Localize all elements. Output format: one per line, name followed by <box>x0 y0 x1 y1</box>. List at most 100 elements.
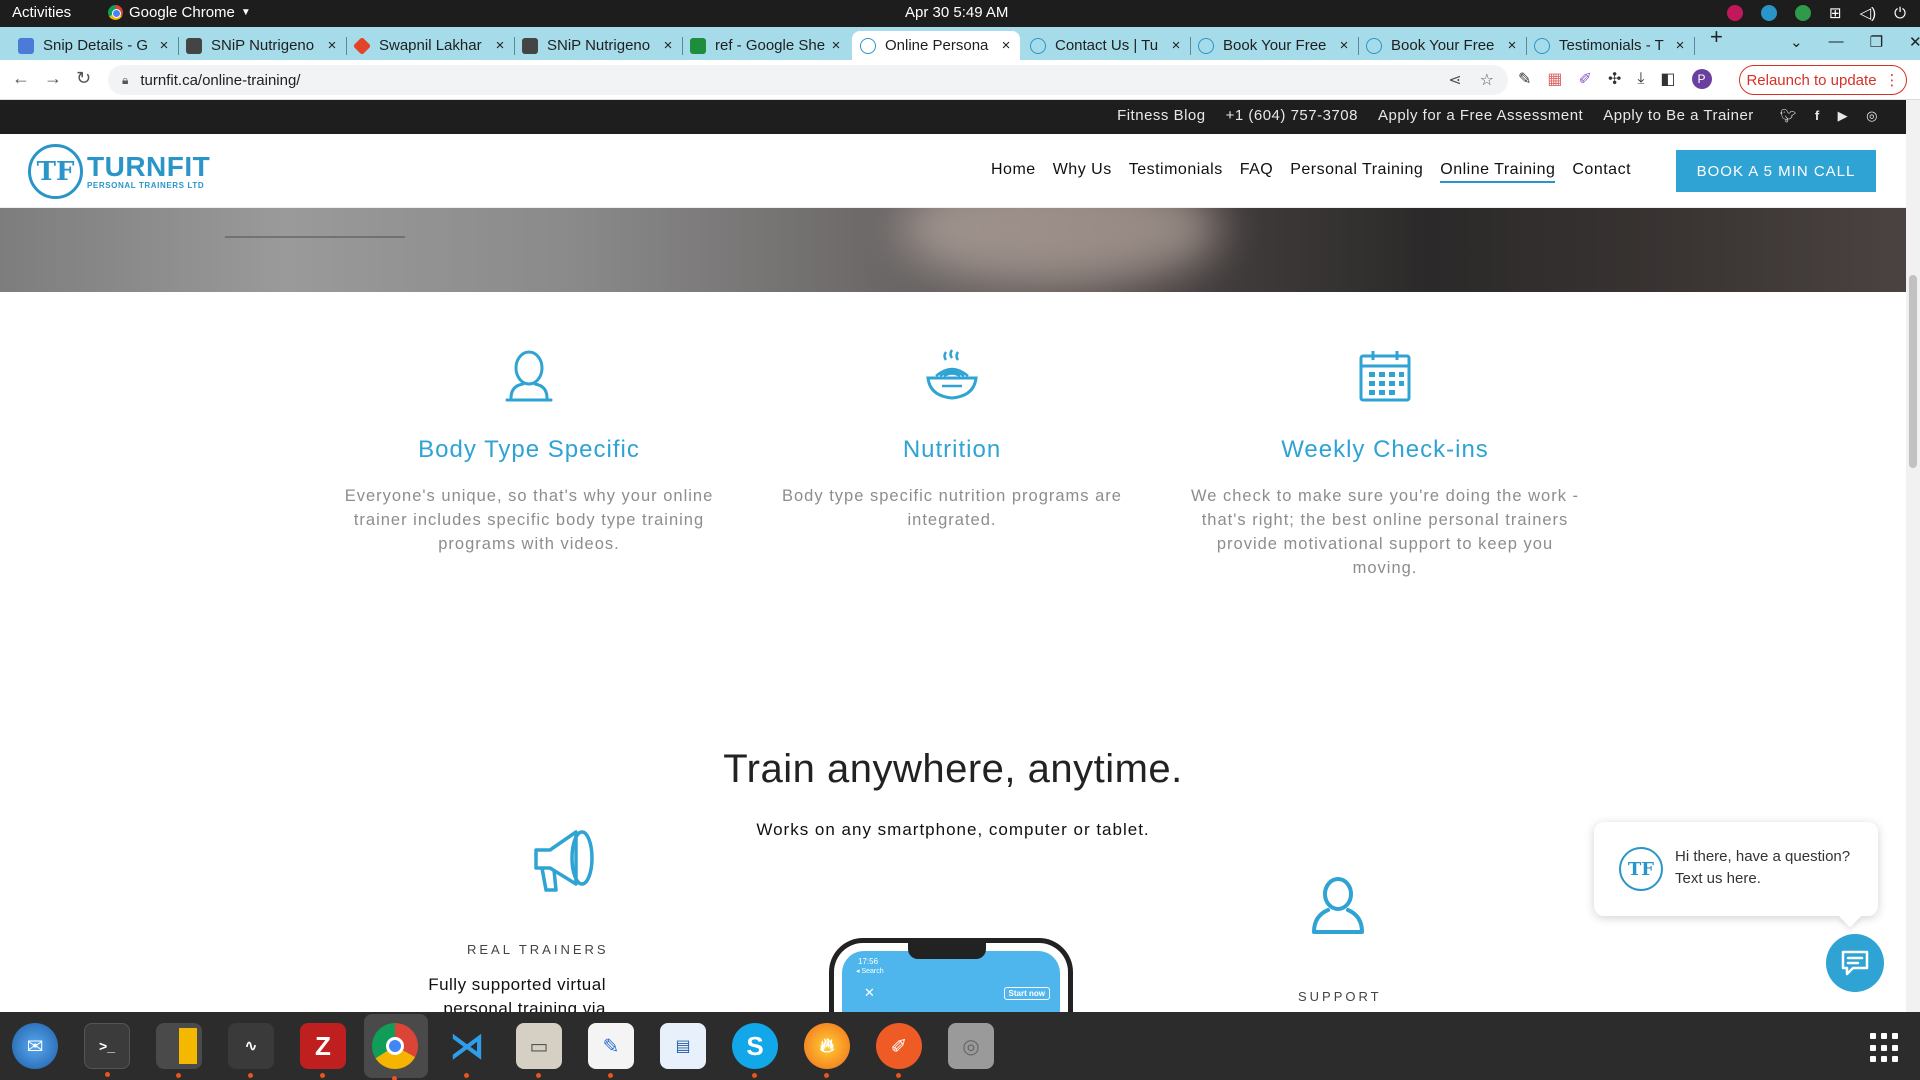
nav-contact[interactable]: Contact <box>1572 161 1631 183</box>
thunderbird-icon[interactable]: ✉ <box>12 1023 58 1069</box>
nav-testimonials[interactable]: Testimonials <box>1129 161 1223 183</box>
address-bar[interactable]: 🔒︎ turnfit.ca/online-training/ ⋖ ☆ <box>108 65 1508 95</box>
close-icon[interactable]: × <box>998 37 1014 54</box>
phone-link[interactable]: +1 (604) 757-3708 <box>1226 107 1358 124</box>
tab[interactable]: Snip Details - G × <box>10 31 179 60</box>
extensions-icon[interactable]: ✣ <box>1608 69 1621 89</box>
postman-icon[interactable]: ✐ <box>876 1023 922 1078</box>
feature-title: Weekly Check-ins <box>1281 436 1489 463</box>
profile-avatar[interactable]: P <box>1691 69 1712 89</box>
share-icon[interactable]: ⋖ <box>1448 70 1461 90</box>
trainers-text: Fully supported virtual personal trainin… <box>428 975 606 1012</box>
power-icon[interactable]: ⏻ <box>1894 5 1906 22</box>
tab[interactable]: Contact Us | Tu × <box>1022 31 1191 60</box>
logo-subtitle: PERSONAL TRAINERS LTD <box>87 181 205 190</box>
clock[interactable]: Apr 30 5:49 AM <box>905 4 1008 21</box>
tab[interactable]: Book Your Free × <box>1190 31 1359 60</box>
close-icon[interactable]: × <box>1336 37 1352 54</box>
chat-icon <box>1841 950 1869 976</box>
tab[interactable]: Book Your Free × <box>1358 31 1527 60</box>
skype-icon[interactable]: S <box>732 1023 778 1078</box>
free-assessment-link[interactable]: Apply for a Free Assessment <box>1378 107 1583 124</box>
site-header: TF TURNFIT PERSONAL TRAINERS LTD Home Wh… <box>0 134 1906 208</box>
system-tray[interactable]: ⊞ ◁) ⏻ <box>1727 4 1906 22</box>
burner-icon[interactable]: 🔥︎ <box>804 1023 850 1078</box>
window-controls: ⌄ — ❐ ✕ <box>1790 33 1920 51</box>
tab[interactable]: SNiP Nutrigeno × <box>514 31 683 60</box>
close-icon[interactable]: × <box>828 37 844 54</box>
new-tab-button[interactable]: + <box>1710 24 1723 50</box>
facebook-icon[interactable]: f <box>1815 108 1820 124</box>
relaunch-button[interactable]: Relaunch to update ⋮ <box>1739 65 1907 95</box>
calendar-ext-icon[interactable]: ▦ <box>1547 69 1562 89</box>
scrollbar-thumb[interactable] <box>1909 275 1917 468</box>
restore-icon[interactable]: ❐ <box>1870 33 1883 51</box>
chat-prompt[interactable]: TF Hi there, have a question? Text us he… <box>1594 822 1878 928</box>
logo-brand: TURNFIT <box>87 151 211 182</box>
feature-description: Body type specific nutrition programs ar… <box>782 487 1122 529</box>
web-page: Fitness Blog +1 (604) 757-3708 Apply for… <box>0 100 1906 1012</box>
youtube-icon[interactable]: ▶ <box>1838 108 1849 124</box>
sync-icon[interactable] <box>1761 5 1778 21</box>
text-editor-icon[interactable]: ✎ <box>588 1023 634 1078</box>
chat-launcher-button[interactable] <box>1826 934 1884 992</box>
chrome-icon[interactable] <box>372 1023 418 1080</box>
tab-search-icon[interactable]: ⌄ <box>1790 33 1803 51</box>
feature-description: Everyone's unique, so that's why your on… <box>344 487 714 553</box>
close-window-icon[interactable]: ✕ <box>1909 33 1920 51</box>
show-apps-button[interactable] <box>1870 1033 1900 1063</box>
app-menu[interactable]: Google Chrome ▼ <box>108 4 251 21</box>
nav-home[interactable]: Home <box>991 161 1036 183</box>
volume-icon[interactable]: ◁) <box>1860 4 1877 22</box>
tab[interactable]: Testimonials - T × <box>1526 31 1695 60</box>
page-scrollbar[interactable] <box>1906 100 1920 1012</box>
app-indicator-icon[interactable] <box>1727 5 1744 21</box>
close-icon[interactable]: × <box>324 37 340 54</box>
pen-ext-icon[interactable]: ✐ <box>1579 69 1592 89</box>
filezilla-icon[interactable]: Z <box>300 1023 346 1078</box>
close-icon[interactable]: × <box>156 37 172 54</box>
disk-icon[interactable]: ◎ <box>948 1023 994 1069</box>
reload-icon[interactable]: ↻ <box>76 68 91 89</box>
nav-personal-training[interactable]: Personal Training <box>1290 161 1423 183</box>
book-call-button[interactable]: BOOK A 5 MIN CALL <box>1676 150 1876 192</box>
snip-icon <box>522 37 538 54</box>
tab[interactable]: SNiP Nutrigeno × <box>178 31 347 60</box>
close-icon[interactable]: × <box>1168 37 1184 54</box>
utility-bar: Fitness Blog +1 (604) 757-3708 Apply for… <box>0 100 1906 134</box>
close-icon[interactable]: × <box>660 37 676 54</box>
minimize-icon[interactable]: — <box>1829 33 1844 51</box>
fitness-blog-link[interactable]: Fitness Blog <box>1117 107 1206 124</box>
bookmark-star-icon[interactable]: ☆ <box>1480 70 1494 90</box>
lock-icon[interactable]: 🔒︎ <box>122 73 128 88</box>
back-icon[interactable]: ← <box>12 68 30 89</box>
calculator-icon[interactable] <box>156 1023 202 1078</box>
turnfit-logo[interactable]: TF TURNFIT PERSONAL TRAINERS LTD <box>28 144 210 199</box>
nav-why-us[interactable]: Why Us <box>1053 161 1112 183</box>
terminal-icon[interactable]: >_ <box>84 1023 130 1077</box>
forward-icon[interactable]: → <box>44 68 62 89</box>
side-panel-icon[interactable]: ◧ <box>1660 69 1675 89</box>
network-icon[interactable]: ⊞ <box>1829 4 1842 22</box>
url-text[interactable]: turnfit.ca/online-training/ <box>140 72 300 89</box>
apply-trainer-link[interactable]: Apply to Be a Trainer <box>1603 107 1754 124</box>
nav-faq[interactable]: FAQ <box>1240 161 1274 183</box>
tab[interactable]: Swapnil Lakhar × <box>346 31 515 60</box>
system-monitor-icon[interactable]: ∿ <box>228 1023 274 1078</box>
nav-online-training[interactable]: Online Training <box>1440 161 1556 183</box>
files-icon[interactable]: ▭ <box>516 1023 562 1078</box>
check-icon[interactable] <box>1795 5 1812 21</box>
close-icon[interactable]: × <box>1672 37 1688 54</box>
libreoffice-writer-icon[interactable]: ▤ <box>660 1023 706 1069</box>
activities-button[interactable]: Activities <box>12 4 71 21</box>
instagram-icon[interactable]: ◎ <box>1866 108 1878 124</box>
tab[interactable]: ref - Google She × <box>682 31 850 60</box>
tab-title: Online Persona <box>885 37 989 54</box>
download-icon[interactable]: ⤓ <box>1637 70 1644 88</box>
vscode-icon[interactable]: ⋊ <box>444 1023 490 1078</box>
close-icon[interactable]: × <box>1504 37 1520 54</box>
twitter-icon[interactable]: 🐦︎ <box>1780 108 1797 124</box>
eyedropper-icon[interactable]: ✎ <box>1518 69 1531 89</box>
close-icon[interactable]: × <box>492 37 508 54</box>
tab-active[interactable]: Online Persona × <box>852 31 1020 60</box>
